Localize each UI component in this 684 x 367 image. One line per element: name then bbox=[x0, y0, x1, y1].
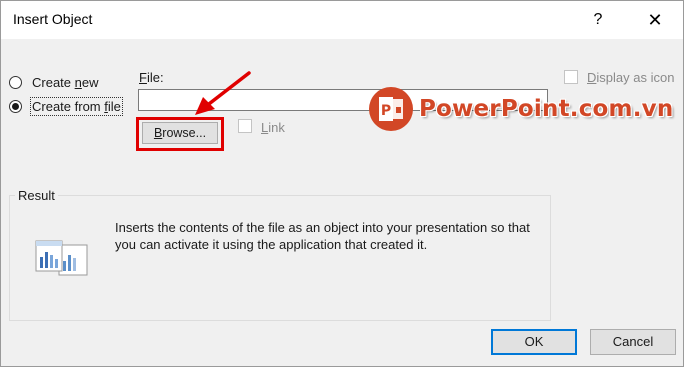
create-from-file-option[interactable]: Create from file bbox=[9, 97, 123, 116]
powerpoint-logo-icon: P bbox=[369, 87, 413, 131]
close-button[interactable]: ✕ bbox=[633, 7, 677, 33]
title-bar: Insert Object ? ✕ bbox=[1, 1, 683, 39]
create-new-option[interactable]: Create new bbox=[9, 75, 99, 90]
ok-button[interactable]: OK bbox=[491, 329, 577, 355]
create-new-label[interactable]: Create new bbox=[32, 75, 99, 90]
powerpoint-watermark: P PowerPoint.com.vn bbox=[369, 87, 673, 131]
embedded-object-icon bbox=[35, 240, 88, 276]
display-as-icon-checkbox[interactable] bbox=[564, 70, 578, 84]
display-as-icon-label: Display as icon bbox=[587, 70, 675, 85]
result-description: Inserts the contents of the file as an o… bbox=[115, 220, 530, 252]
create-new-radio[interactable] bbox=[9, 76, 22, 89]
watermark-text: PowerPoint.com.vn bbox=[419, 96, 674, 122]
result-title: Result bbox=[15, 188, 58, 203]
dialog-title: Insert Object bbox=[13, 11, 93, 27]
red-arrow-icon bbox=[195, 71, 251, 115]
link-checkbox[interactable] bbox=[238, 119, 252, 133]
insert-object-dialog: Insert Object ? ✕ Create new Create from… bbox=[0, 0, 684, 367]
cancel-button[interactable]: Cancel bbox=[590, 329, 676, 355]
svg-text:P: P bbox=[381, 103, 391, 119]
file-label: File: bbox=[139, 70, 164, 85]
link-label: Link bbox=[261, 120, 285, 135]
browse-button[interactable]: Browse... bbox=[142, 122, 218, 144]
create-from-file-radio[interactable] bbox=[9, 100, 22, 113]
create-from-file-label[interactable]: Create from file bbox=[30, 97, 123, 116]
help-button[interactable]: ? bbox=[576, 7, 620, 33]
